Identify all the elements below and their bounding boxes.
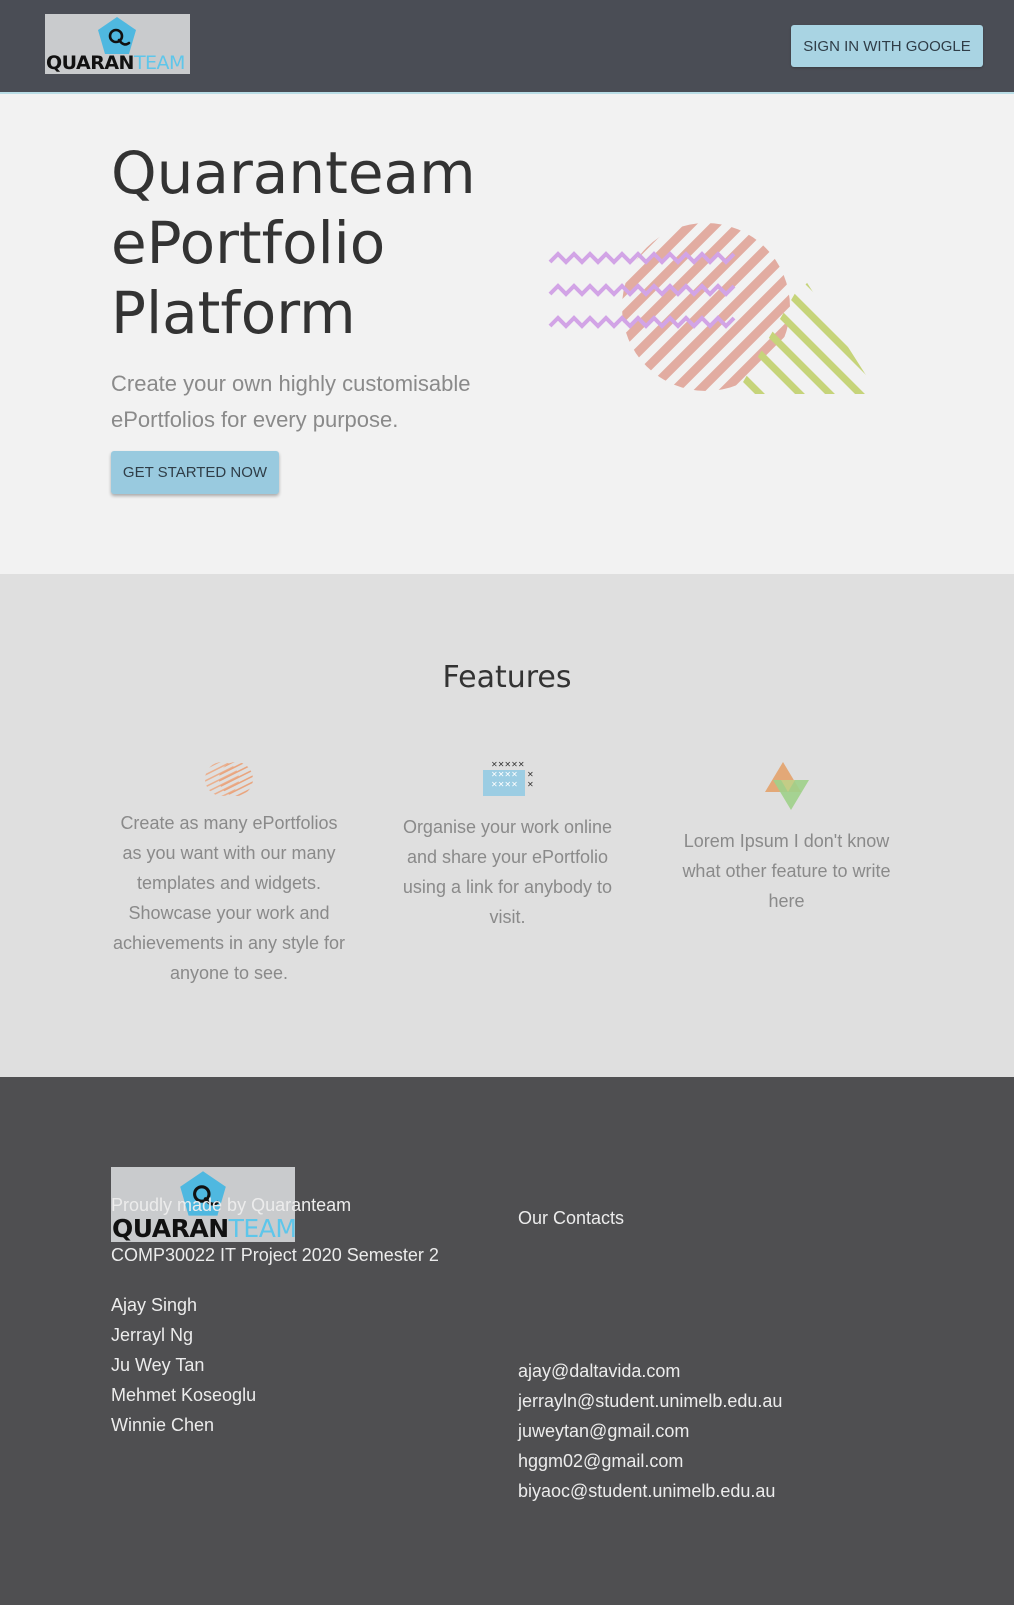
logo-wordmark: QUARANTEAM	[46, 54, 190, 73]
hero-title: Quaranteam ePortfolio Platform	[111, 138, 531, 348]
feature-card: Lorem Ipsum I don't know what other feat…	[670, 760, 903, 916]
hero-subtitle: Create your own highly customisable ePor…	[111, 371, 471, 432]
contact-emails-list: ajay@daltavida.com jerrayln@student.unim…	[518, 1356, 782, 1506]
feature-card: Create as many ePortfolios as you want w…	[110, 760, 348, 988]
team-member: Winnie Chen	[111, 1415, 215, 1435]
contacts-title: Our Contacts	[518, 1208, 625, 1228]
feature-card: ✕✕✕✕✕ ✕✕✕✕ ✕✕✕✕ ✕ ✕ Organise your work o…	[395, 758, 620, 932]
team-member: Jerrayl Ng	[111, 1325, 194, 1345]
svg-text:✕: ✕	[527, 770, 534, 779]
team-members-list: Ajay Singh Jerrayl Ng Ju Wey Tan Mehmet …	[111, 1290, 256, 1440]
feature-text: Organise your work online and share your…	[402, 817, 613, 927]
grid-pattern-icon: ✕✕✕✕✕ ✕✕✕✕ ✕✕✕✕ ✕ ✕	[482, 760, 534, 796]
top-nav: QUARANTEAM SIGN IN WITH GOOGLE	[0, 0, 1014, 94]
team-member: Ju Wey Tan	[111, 1355, 205, 1375]
logo-pentagon-icon	[98, 17, 136, 54]
made-by-text: Proudly made by Quaranteam	[111, 1195, 352, 1215]
feature-text: Create as many ePortfolios as you want w…	[112, 813, 346, 983]
contact-email[interactable]: biyaoc@student.unimelb.edu.au	[518, 1476, 782, 1506]
triangles-icon	[764, 762, 809, 810]
team-member: Ajay Singh	[111, 1295, 198, 1315]
svg-text:✕✕✕✕: ✕✕✕✕	[491, 770, 518, 779]
logo-word-light: TEAM	[133, 52, 186, 74]
course-text: COMP30022 IT Project 2020 Semester 2	[111, 1245, 439, 1265]
contact-email[interactable]: ajay@daltavida.com	[518, 1356, 782, 1386]
contact-email[interactable]: jerrayln@student.unimelb.edu.au	[518, 1386, 782, 1416]
logo-word-dark: QUARAN	[46, 52, 134, 74]
svg-text:✕✕✕✕: ✕✕✕✕	[491, 780, 518, 789]
hero-title-line: ePortfolio	[111, 209, 386, 277]
contact-email[interactable]: hggm02@gmail.com	[518, 1446, 782, 1476]
get-started-button[interactable]: GET STARTED NOW	[111, 451, 279, 494]
hatched-circles-icon	[205, 762, 253, 796]
features-section: Features Create as many ePortfolios as y…	[0, 574, 1014, 1077]
contact-email[interactable]: juweytan@gmail.com	[518, 1416, 782, 1446]
svg-text:✕✕✕✕✕: ✕✕✕✕✕	[491, 760, 525, 769]
nav-logo[interactable]: QUARANTEAM	[45, 14, 190, 74]
features-title: Features	[442, 660, 572, 695]
hero-illustration-icon	[548, 223, 878, 394]
team-member: Mehmet Koseoglu	[111, 1385, 257, 1405]
hero-section: Quaranteam ePortfolio Platform Create yo…	[0, 94, 1014, 574]
hero-title-line: Quaranteam	[111, 139, 476, 207]
feature-text: Lorem Ipsum I don't know what other feat…	[682, 831, 891, 911]
sign-in-google-button[interactable]: SIGN IN WITH GOOGLE	[791, 25, 983, 67]
svg-text:✕: ✕	[527, 780, 534, 789]
hero-title-line: Platform	[111, 279, 356, 347]
